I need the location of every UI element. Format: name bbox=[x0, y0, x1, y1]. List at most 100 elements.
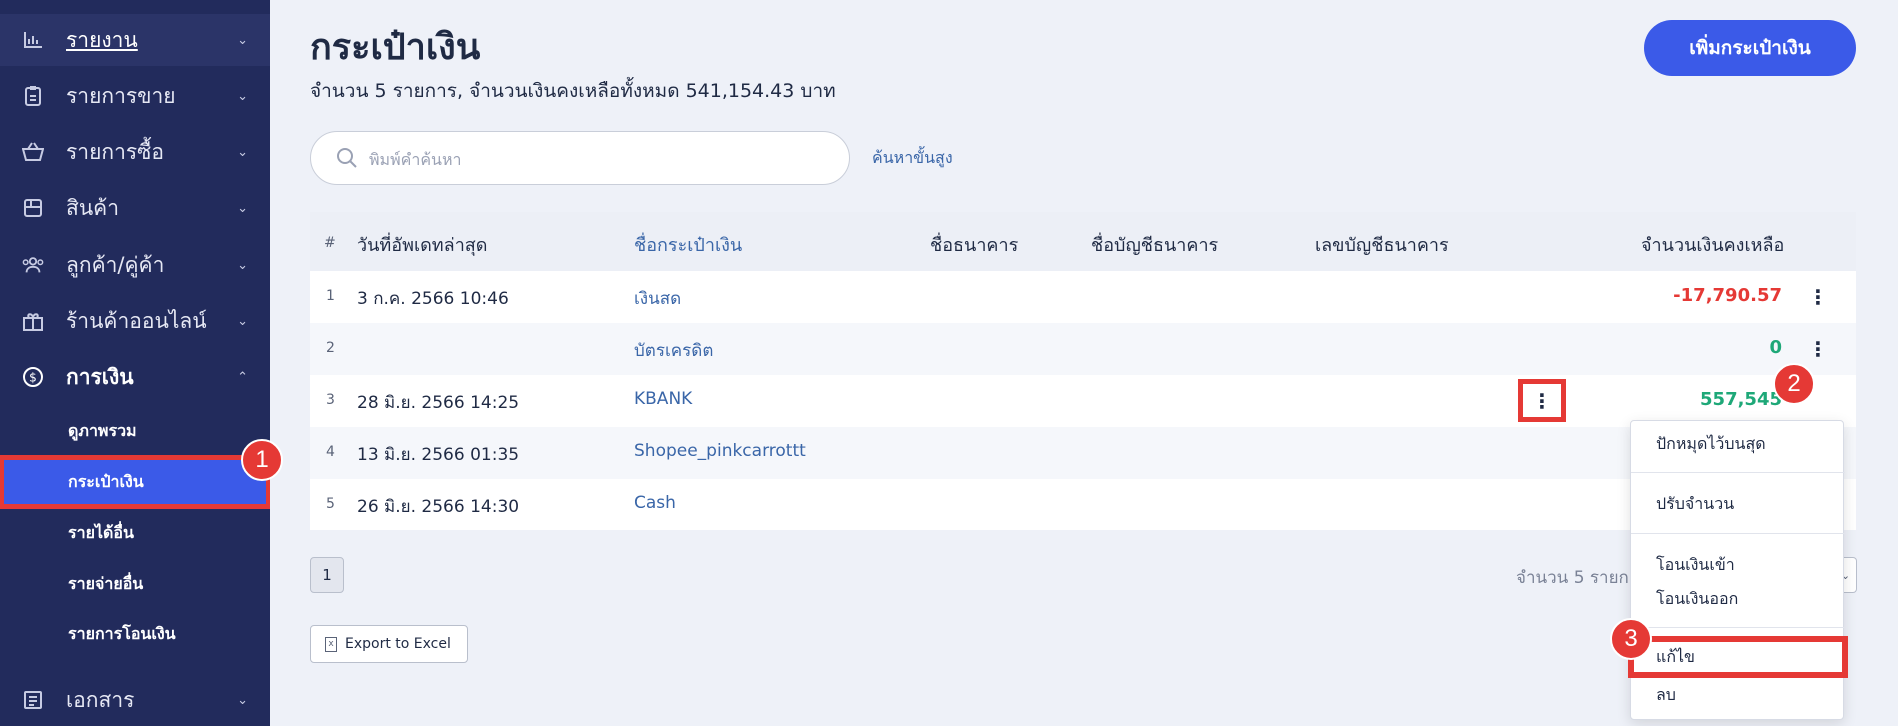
column-header-bank-name[interactable]: ชื่อธนาคาร bbox=[930, 230, 1018, 259]
row-actions-icon-highlighted[interactable]: ⋮ bbox=[1518, 379, 1566, 422]
row-index: 1 bbox=[326, 288, 335, 304]
sidebar-item-label: รายการซื้อ bbox=[66, 139, 165, 164]
search-input[interactable] bbox=[369, 144, 829, 174]
row-wallet-name[interactable]: Cash bbox=[634, 493, 676, 513]
sidebar-item-label: รายงาน bbox=[66, 27, 138, 52]
row-balance: 0 bbox=[1769, 337, 1782, 358]
column-header-balance[interactable]: จำนวนเงินคงเหลือ bbox=[1641, 230, 1784, 259]
table-row[interactable]: 2 บัตรเครดิต 0 ⋮ bbox=[310, 323, 1856, 375]
pagination-total-text: จำนวน 5 รายกา bbox=[1516, 568, 1639, 588]
sidebar-item-purchases[interactable]: รายการซื้อ ⌄ bbox=[0, 126, 270, 178]
row-date: 13 มิ.ย. 2566 01:35 bbox=[357, 445, 520, 465]
menu-item-pin[interactable]: ปักหมุดไว้บนสุด bbox=[1631, 427, 1845, 461]
row-actions-icon[interactable]: ⋮ bbox=[1804, 283, 1832, 311]
sidebar-subitem-transfers[interactable]: รายการโอนเงิน bbox=[0, 612, 270, 656]
step-badge-2: 2 bbox=[1773, 363, 1815, 405]
sidebar-item-label: ร้านค้าออนไลน์ bbox=[66, 308, 207, 333]
sidebar-item-sales[interactable]: รายการขาย ⌄ bbox=[0, 70, 270, 122]
row-index: 3 bbox=[326, 392, 335, 408]
chart-icon bbox=[22, 29, 44, 51]
column-header-updated[interactable]: วันที่อัพเดทล่าสุด bbox=[357, 230, 487, 259]
row-actions-menu: ปักหมุดไว้บนสุด ปรับจำนวน โอนเงินเข้า โอ… bbox=[1628, 420, 1848, 720]
chevron-down-icon: ⌄ bbox=[237, 32, 248, 48]
dollar-circle-icon: $ bbox=[22, 366, 44, 388]
advanced-search-link[interactable]: ค้นหาขั้นสูง bbox=[872, 146, 953, 171]
sidebar-subitem-label: กระเป๋าเงิน bbox=[68, 471, 144, 491]
table-row[interactable]: 1 3 ก.ค. 2566 10:46 เงินสด -17,790.57 ⋮ bbox=[310, 271, 1856, 323]
table-row[interactable]: 3 28 มิ.ย. 2566 14:25 KBANK 557,545 bbox=[310, 375, 1856, 427]
menu-item-edit[interactable]: แก้ไข bbox=[1628, 636, 1848, 678]
row-wallet-name[interactable]: บัตรเครดิต bbox=[634, 337, 713, 364]
excel-file-icon: x bbox=[325, 636, 337, 652]
page-title: กระเป๋าเงิน bbox=[310, 27, 481, 68]
sidebar-item-products[interactable]: สินค้า ⌄ bbox=[0, 182, 270, 234]
sidebar-subitem-other-income[interactable]: รายได้อื่น bbox=[0, 511, 270, 555]
gift-icon bbox=[22, 310, 44, 332]
row-index: 5 bbox=[326, 496, 335, 512]
document-icon bbox=[22, 689, 44, 711]
row-date: 3 ก.ค. 2566 10:46 bbox=[357, 289, 509, 309]
row-balance: -17,790.57 bbox=[1673, 285, 1782, 306]
column-header-wallet-name[interactable]: ชื่อกระเป๋าเงิน bbox=[634, 230, 742, 259]
chevron-up-icon: ⌃ bbox=[237, 369, 248, 385]
chevron-down-icon: ⌄ bbox=[237, 144, 248, 160]
export-excel-button[interactable]: x Export to Excel bbox=[310, 625, 468, 663]
sidebar: รายงาน ⌄ รายการขาย ⌄ รายการซื้อ ⌄ สินค้า… bbox=[0, 0, 270, 726]
sidebar-subitem-label: รายการโอนเงิน bbox=[68, 623, 176, 643]
wallet-table: # วันที่อัพเดทล่าสุด ชื่อกระเป๋าเงิน ชื่… bbox=[310, 212, 1856, 530]
menu-item-adjust[interactable]: ปรับจำนวน bbox=[1631, 487, 1845, 521]
sidebar-subitem-overview[interactable]: ดูภาพรวม bbox=[0, 409, 270, 453]
sidebar-item-reports[interactable]: รายงาน ⌄ bbox=[0, 14, 270, 66]
row-balance: 557,545 bbox=[1700, 389, 1782, 410]
search-box bbox=[310, 131, 850, 185]
chevron-down-icon: ⌄ bbox=[237, 692, 248, 708]
menu-item-transfer-in[interactable]: โอนเงินเข้า bbox=[1631, 548, 1845, 582]
sidebar-item-label: เอกสาร bbox=[66, 687, 135, 712]
menu-divider bbox=[1631, 472, 1845, 473]
sidebar-item-documents[interactable]: เอกสาร ⌄ bbox=[0, 674, 270, 726]
column-header-account-name[interactable]: ชื่อบัญชีธนาคาร bbox=[1091, 230, 1218, 259]
menu-item-delete[interactable]: ลบ bbox=[1631, 678, 1845, 712]
chevron-down-icon: ⌄ bbox=[237, 257, 248, 273]
row-actions-icon[interactable]: ⋮ bbox=[1804, 335, 1832, 363]
table-row[interactable]: 5 26 มิ.ย. 2566 14:30 Cash bbox=[310, 479, 1856, 531]
menu-item-transfer-out[interactable]: โอนเงินออก bbox=[1631, 582, 1845, 616]
search-icon bbox=[337, 148, 357, 168]
clipboard-icon bbox=[22, 85, 44, 107]
add-wallet-button[interactable]: เพิ่มกระเป๋าเงิน bbox=[1644, 20, 1856, 76]
row-wallet-name[interactable]: KBANK bbox=[634, 389, 692, 409]
users-icon bbox=[22, 254, 44, 276]
export-label: Export to Excel bbox=[345, 636, 451, 652]
menu-divider bbox=[1631, 627, 1845, 628]
box-icon bbox=[22, 197, 44, 219]
sidebar-item-online-store[interactable]: ร้านค้าออนไลน์ ⌄ bbox=[0, 295, 270, 347]
column-header-account-number[interactable]: เลขบัญชีธนาคาร bbox=[1315, 230, 1449, 259]
sidebar-item-label: สินค้า bbox=[66, 195, 120, 220]
sidebar-subitem-label: ดูภาพรวม bbox=[68, 420, 137, 440]
row-date: 26 มิ.ย. 2566 14:30 bbox=[357, 497, 520, 517]
chevron-down-icon: ⌄ bbox=[237, 88, 248, 104]
sidebar-item-label: รายการขาย bbox=[66, 83, 176, 108]
sidebar-item-label: การเงิน bbox=[66, 364, 134, 389]
table-row[interactable]: 4 13 มิ.ย. 2566 01:35 Shopee_pinkcarrott… bbox=[310, 427, 1856, 479]
step-badge-1: 1 bbox=[241, 439, 283, 481]
sidebar-item-finance[interactable]: $ การเงิน ⌃ bbox=[0, 351, 270, 403]
sidebar-subitem-label: รายจ่ายอื่น bbox=[68, 573, 144, 593]
sidebar-subitem-label: รายได้อื่น bbox=[68, 522, 134, 542]
sidebar-subitem-wallets[interactable]: กระเป๋าเงิน bbox=[0, 455, 270, 509]
chevron-down-icon: ⌄ bbox=[237, 313, 248, 329]
sidebar-item-customers[interactable]: ลูกค้า/คู่ค้า ⌄ bbox=[0, 239, 270, 291]
row-wallet-name[interactable]: Shopee_pinkcarrottt bbox=[634, 441, 806, 461]
sidebar-subitem-other-expense[interactable]: รายจ่ายอื่น bbox=[0, 562, 270, 606]
page-summary: จำนวน 5 รายการ, จำนวนเงินคงเหลือทั้งหมด … bbox=[310, 80, 836, 102]
row-index: 4 bbox=[326, 444, 335, 460]
step-badge-3: 3 bbox=[1610, 618, 1652, 660]
basket-icon bbox=[22, 141, 44, 163]
svg-text:$: $ bbox=[29, 371, 37, 385]
row-wallet-name[interactable]: เงินสด bbox=[634, 285, 681, 312]
pagination-page-button[interactable]: 1 bbox=[310, 557, 344, 593]
row-date: 28 มิ.ย. 2566 14:25 bbox=[357, 393, 520, 413]
column-header-index: # bbox=[324, 235, 336, 251]
table-header: # วันที่อัพเดทล่าสุด ชื่อกระเป๋าเงิน ชื่… bbox=[310, 212, 1856, 271]
sidebar-item-label: ลูกค้า/คู่ค้า bbox=[66, 252, 165, 277]
